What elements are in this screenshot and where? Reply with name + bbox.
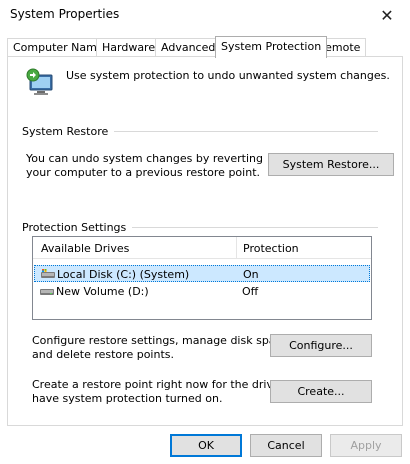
intro-text: Use system protection to undo unwanted s… [66, 69, 390, 82]
configure-button[interactable]: Configure... [270, 334, 372, 357]
tab-computer-name[interactable]: Computer Name [7, 38, 110, 57]
create-button[interactable]: Create... [270, 380, 372, 403]
window-title: System Properties [10, 7, 120, 21]
configure-line-1: Configure restore settings, manage disk … [32, 334, 292, 347]
column-protection[interactable]: Protection [243, 242, 299, 255]
drive-name: New Volume (D:) [56, 285, 149, 298]
system-drive-icon [41, 269, 55, 278]
tab-system-protection[interactable]: System Protection [215, 36, 328, 58]
tab-hardware[interactable]: Hardware [96, 38, 162, 57]
divider [132, 227, 378, 228]
close-icon: ✕ [380, 5, 394, 25]
drive-row-d[interactable]: New Volume (D:) Off [34, 283, 370, 300]
drive-icon [40, 289, 54, 295]
drives-list[interactable]: Available Drives Protection Local Disk (… [32, 236, 372, 320]
drive-name: Local Disk (C:) (System) [57, 268, 190, 281]
protection-settings-label: Protection Settings [22, 221, 127, 234]
column-available-drives[interactable]: Available Drives [41, 242, 129, 255]
system-restore-button[interactable]: System Restore... [268, 153, 394, 176]
cancel-button[interactable]: Cancel [250, 434, 322, 457]
configure-line-2: and delete restore points. [32, 348, 174, 361]
system-restore-heading: System Restore [22, 125, 378, 138]
system-restore-line-2: your computer to a previous restore poin… [26, 166, 260, 179]
drive-protection-status: Off [242, 285, 259, 298]
protection-settings-heading: Protection Settings [22, 221, 378, 234]
system-protection-icon [26, 68, 53, 95]
column-separator[interactable] [236, 237, 237, 259]
ok-button[interactable]: OK [170, 434, 242, 457]
close-button[interactable]: ✕ [364, 0, 410, 30]
drive-protection-status: On [243, 268, 259, 281]
tab-strip: Computer Name Hardware Advanced System P… [0, 36, 410, 58]
list-header: Available Drives Protection [33, 237, 371, 259]
drive-row-c[interactable]: Local Disk (C:) (System) On [34, 265, 370, 282]
title-bar: System Properties ✕ [0, 0, 410, 30]
apply-button[interactable]: Apply [330, 434, 402, 457]
system-restore-line-1: You can undo system changes by reverting [26, 152, 263, 165]
divider [114, 131, 378, 132]
system-restore-description: You can undo system changes by reverting… [26, 152, 263, 180]
system-restore-label: System Restore [22, 125, 109, 138]
tab-advanced[interactable]: Advanced [155, 38, 222, 57]
configure-description: Configure restore settings, manage disk … [32, 334, 292, 362]
